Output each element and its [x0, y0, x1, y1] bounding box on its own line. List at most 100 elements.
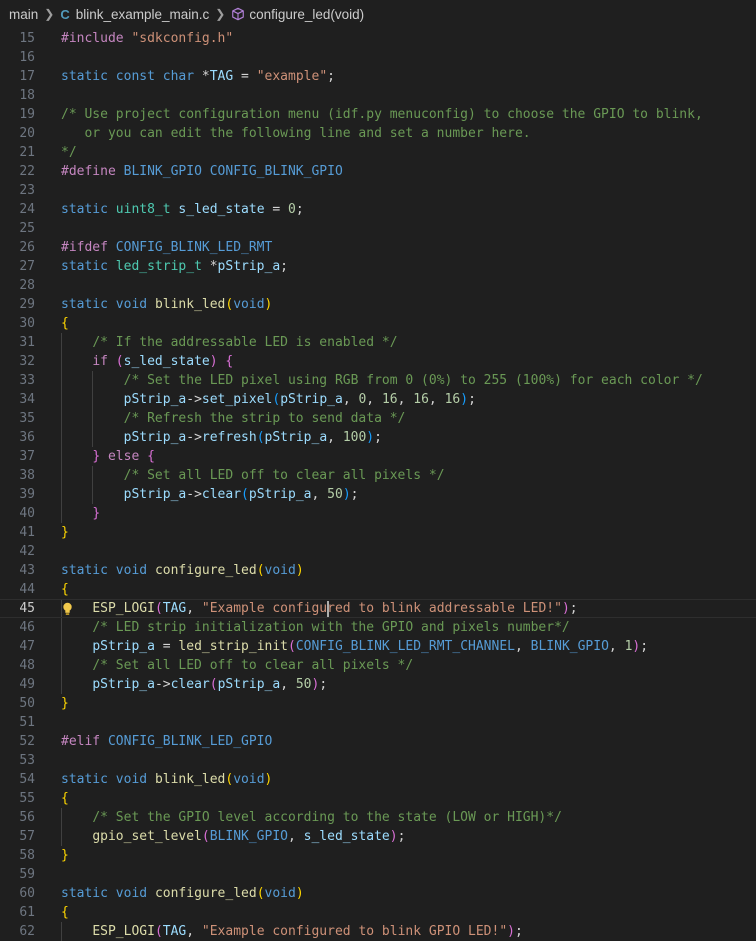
- code-line[interactable]: 17 static const char *TAG = "example";: [0, 67, 756, 86]
- code-line[interactable]: 58}: [0, 846, 756, 865]
- line-number: 34: [19, 392, 35, 407]
- code-token: pStrip_a: [248, 487, 312, 502]
- code-token: ->: [186, 487, 202, 502]
- code-line[interactable]: 18: [0, 86, 756, 105]
- code-line[interactable]: 20 or you can edit the following line an…: [0, 124, 756, 143]
- line-code: */: [61, 143, 77, 162]
- breadcrumb-symbol[interactable]: configure_led(void): [231, 7, 364, 22]
- code-line[interactable]: 29 static void blink_led(void): [0, 295, 756, 314]
- code-token: gpio_set_level: [92, 829, 202, 844]
- code-token: "example": [256, 69, 328, 84]
- lightbulb-icon[interactable]: [62, 602, 73, 616]
- code-line[interactable]: 42: [0, 542, 756, 561]
- code-line[interactable]: 16: [0, 48, 756, 67]
- code-line[interactable]: 62 ESP_LOGI(TAG, "Example configured to …: [0, 922, 756, 941]
- code-line[interactable]: 55 {: [0, 789, 756, 808]
- code-line[interactable]: 31 /* If the addressable LED is enabled …: [0, 333, 756, 352]
- code-line[interactable]: 39 pStrip_a->clear(pStrip_a, 50);: [0, 485, 756, 504]
- code-line[interactable]: 19 /* Use project configuration menu (idf…: [0, 105, 756, 124]
- code-line[interactable]: 26 #ifdef CONFIG_BLINK_LED_RMT: [0, 238, 756, 257]
- code-line[interactable]: 44 {: [0, 580, 756, 599]
- line-code: #include "sdkconfig.h": [61, 29, 233, 48]
- code-line[interactable]: 35 /* Refresh the strip to send data */: [0, 409, 756, 428]
- line-code: /* LED strip initialization with the GPI…: [61, 618, 570, 637]
- code-line[interactable]: 27 static led_strip_t *pStrip_a;: [0, 257, 756, 276]
- line-code: ESP_LOGI(TAG, "Example configured to bli…: [61, 922, 523, 941]
- code-token: /* LED strip initialization with the GPI…: [92, 620, 570, 635]
- code-token: ): [561, 601, 570, 616]
- code-line[interactable]: 46 /* LED strip initialization with the …: [0, 618, 756, 637]
- breadcrumb-folder[interactable]: main: [9, 7, 38, 22]
- code-line[interactable]: 30 {: [0, 314, 756, 333]
- code-line[interactable]: 32 if (s_led_state) {: [0, 352, 756, 371]
- code-line[interactable]: 50}: [0, 694, 756, 713]
- code-token: }: [61, 696, 69, 711]
- code-token: *: [201, 69, 210, 84]
- line-number: 53: [19, 753, 35, 768]
- code-line[interactable]: 40 }: [0, 504, 756, 523]
- code-token: else: [107, 449, 148, 464]
- chevron-right-icon: ❯: [215, 7, 226, 21]
- code-token: {: [61, 582, 69, 597]
- code-line[interactable]: 56 /* Set the GPIO level according to th…: [0, 808, 756, 827]
- code-line[interactable]: 21 */: [0, 143, 756, 162]
- line-number: 32: [19, 354, 35, 369]
- line-number: 22: [19, 164, 35, 179]
- code-token: "Example configured to blink addressable…: [201, 601, 562, 616]
- line-number: 56: [19, 810, 35, 825]
- code-line[interactable]: 59: [0, 865, 756, 884]
- code-token: }: [92, 506, 101, 521]
- code-line[interactable]: 60 static void configure_led(void): [0, 884, 756, 903]
- code-token: void: [115, 886, 155, 901]
- code-token: /* Use project configuration menu (idf.p…: [61, 107, 703, 122]
- code-line[interactable]: 52 #elif CONFIG_BLINK_LED_GPIO: [0, 732, 756, 751]
- line-number: 18: [19, 88, 35, 103]
- code-line[interactable]: 22 #define BLINK_GPIO CONFIG_BLINK_GPIO: [0, 162, 756, 181]
- line-code: gpio_set_level(BLINK_GPIO, s_led_state);: [61, 827, 405, 846]
- line-number: 60: [19, 886, 35, 901]
- code-line[interactable]: 34 pStrip_a->set_pixel(pStrip_a, 0, 16, …: [0, 390, 756, 409]
- code-line[interactable]: 51: [0, 713, 756, 732]
- code-line[interactable]: 43 static void configure_led(void): [0, 561, 756, 580]
- code-token: s_led_state: [178, 202, 265, 217]
- code-line[interactable]: 48 /* Set all LED off to clear all pixel…: [0, 656, 756, 675]
- code-token: ;: [468, 392, 476, 407]
- code-line[interactable]: 28: [0, 276, 756, 295]
- code-token: {: [147, 449, 155, 464]
- code-line[interactable]: 24 static uint8_t s_led_state = 0;: [0, 200, 756, 219]
- code-token: pStrip_a: [92, 639, 155, 654]
- code-line[interactable]: 36 pStrip_a->refresh(pStrip_a, 100);: [0, 428, 756, 447]
- breadcrumb-folder-label: main: [9, 6, 39, 22]
- code-token: ;: [350, 487, 359, 502]
- code-token: static: [61, 259, 116, 274]
- code-line[interactable]: 47 pStrip_a = led_strip_init(CONFIG_BLIN…: [0, 637, 756, 656]
- line-number: 55: [19, 791, 35, 806]
- code-token: void: [115, 563, 155, 578]
- code-line[interactable]: 37 } else {: [0, 447, 756, 466]
- code-line[interactable]: 57 gpio_set_level(BLINK_GPIO, s_led_stat…: [0, 827, 756, 846]
- code-line[interactable]: 54 static void blink_led(void): [0, 770, 756, 789]
- code-line[interactable]: 53: [0, 751, 756, 770]
- code-token: ->: [154, 677, 171, 692]
- code-token: #include: [61, 31, 132, 46]
- code-token: led_strip_init: [178, 639, 288, 654]
- code-editor[interactable]: 15 #include "sdkconfig.h" 16 17 static const…: [0, 29, 756, 941]
- line-code: {: [61, 580, 69, 599]
- code-line[interactable]: 23: [0, 181, 756, 200]
- breadcrumb-file[interactable]: C blink_example_main.c: [60, 7, 209, 22]
- code-line[interactable]: 45 ESP_LOGI(TAG, "Example configured to …: [0, 599, 756, 618]
- code-line[interactable]: 25: [0, 219, 756, 238]
- code-line[interactable]: 49 pStrip_a->clear(pStrip_a, 50);: [0, 675, 756, 694]
- code-line[interactable]: 41}: [0, 523, 756, 542]
- code-line[interactable]: 33 /* Set the LED pixel using RGB from 0…: [0, 371, 756, 390]
- code-line[interactable]: 61 {: [0, 903, 756, 922]
- code-line[interactable]: 15 #include "sdkconfig.h": [0, 29, 756, 48]
- code-line[interactable]: 38 /* Set all LED off to clear all pixel…: [0, 466, 756, 485]
- c-file-icon: C: [60, 6, 70, 22]
